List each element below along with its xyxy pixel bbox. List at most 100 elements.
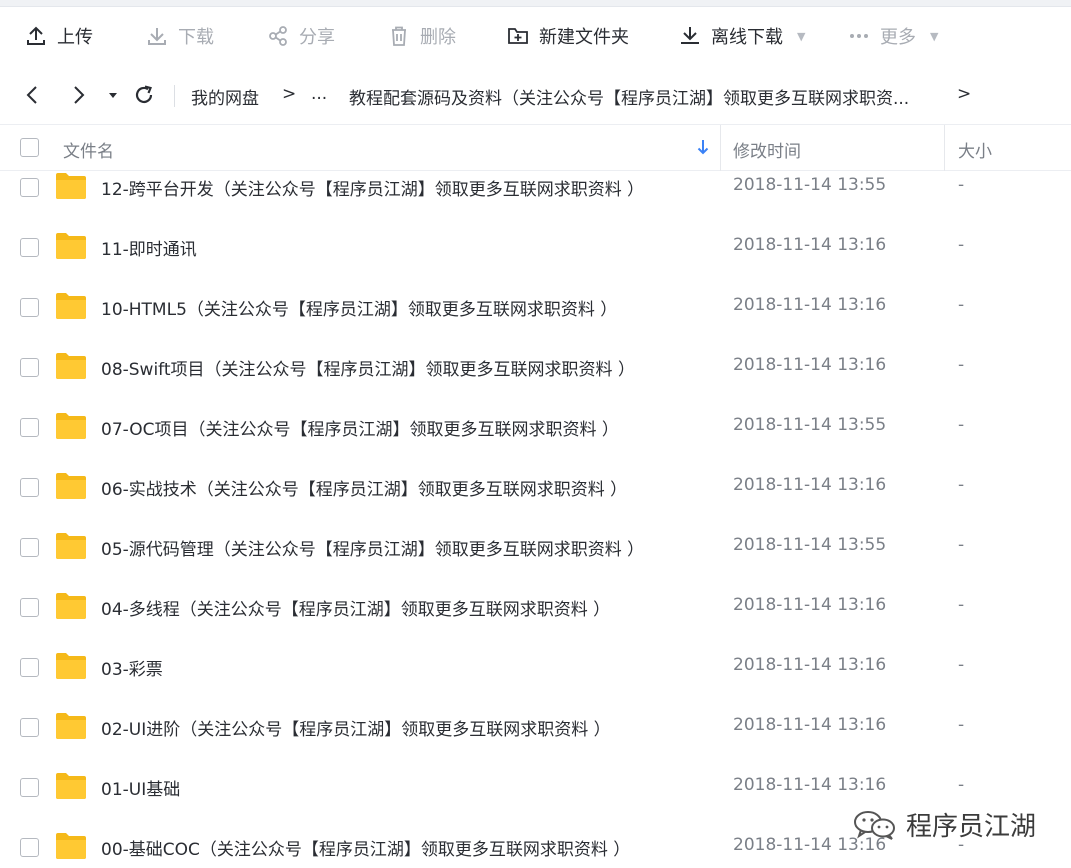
file-modified-time: 2018-11-14 13:16 [733, 475, 887, 495]
share-label: 分享 [299, 27, 335, 48]
file-row[interactable]: 03-彩票 2018-11-14 13:16 - [0, 638, 1071, 698]
row-checkbox[interactable] [20, 658, 39, 677]
row-checkbox[interactable] [20, 418, 39, 437]
file-name[interactable]: 04-多线程（关注公众号【程序员江湖】领取更多互联网求职资料 ） [101, 595, 610, 620]
breadcrumb-separator: > [282, 84, 297, 104]
file-size: - [958, 715, 965, 735]
file-row[interactable]: 07-OC项目（关注公众号【程序员江湖】领取更多互联网求职资料 ） 2018-11… [0, 398, 1071, 458]
refresh-icon[interactable] [132, 83, 156, 107]
download-button[interactable]: 下载 [146, 7, 214, 65]
file-modified-time: 2018-11-14 13:16 [733, 355, 887, 375]
file-name[interactable]: 06-实战技术（关注公众号【程序员江湖】领取更多互联网求职资料 ） [101, 475, 627, 500]
forward-arrow-icon[interactable] [66, 83, 90, 107]
file-size: - [958, 415, 965, 435]
row-checkbox[interactable] [20, 178, 39, 197]
file-size: - [958, 535, 965, 555]
breadcrumb-current[interactable]: 教程配套源码及资料（关注公众号【程序员江湖】领取更多互联网求职资... [349, 84, 949, 109]
file-row[interactable]: 08-Swift项目（关注公众号【程序员江湖】领取更多互联网求职资料 ） 2018… [0, 338, 1071, 398]
file-size: - [958, 235, 965, 255]
row-checkbox[interactable] [20, 358, 39, 377]
window-top-edge [0, 0, 1071, 7]
breadcrumb-end-arrow[interactable]: > [957, 84, 971, 104]
more-button[interactable]: 更多 ▼ [848, 7, 938, 65]
folder-icon [56, 773, 86, 799]
file-row[interactable]: 02-UI进阶（关注公众号【程序员江湖】领取更多互联网求职资料 ） 2018-11… [0, 698, 1071, 758]
row-checkbox[interactable] [20, 478, 39, 497]
breadcrumb-ellipsis[interactable]: ... [311, 84, 327, 104]
file-name[interactable]: 07-OC项目（关注公众号【程序员江湖】领取更多互联网求职资料 ） [101, 415, 619, 440]
new-folder-label: 新建文件夹 [539, 27, 629, 48]
folder-icon [56, 713, 86, 739]
file-size: - [958, 355, 965, 375]
wechat-icon [854, 810, 895, 840]
file-row[interactable]: 11-即时通讯 2018-11-14 13:16 - [0, 218, 1071, 278]
file-modified-time: 2018-11-14 13:16 [733, 655, 887, 675]
delete-button[interactable]: 删除 [388, 7, 456, 65]
upload-button[interactable]: 上传 [25, 7, 93, 65]
file-name[interactable]: 11-即时通讯 [101, 235, 197, 260]
file-modified-time: 2018-11-14 13:55 [733, 175, 887, 195]
file-modified-time: 2018-11-14 13:16 [733, 295, 887, 315]
file-row[interactable]: 05-源代码管理（关注公众号【程序员江湖】领取更多互联网求职资料 ） 2018-1… [0, 518, 1071, 578]
toolbar: 上传 下载 分享 删除 新建文件夹 离线下载 ▼ 更多 ▼ [0, 7, 1071, 65]
file-size: - [958, 475, 965, 495]
file-row[interactable]: 12-跨平台开发（关注公众号【程序员江湖】领取更多互联网求职资料 ） 2018-1… [0, 158, 1071, 218]
file-size: - [958, 595, 965, 615]
folder-icon [56, 293, 86, 319]
back-arrow-icon[interactable] [21, 83, 45, 107]
file-name[interactable]: 10-HTML5（关注公众号【程序员江湖】领取更多互联网求职资料 ） [101, 295, 617, 320]
file-name[interactable]: 12-跨平台开发（关注公众号【程序员江湖】领取更多互联网求职资料 ） [101, 175, 644, 200]
download-icon [148, 28, 166, 45]
row-checkbox[interactable] [20, 238, 39, 257]
download-label: 下载 [178, 27, 214, 48]
file-name[interactable]: 00-基础COC（关注公众号【程序员江湖】领取更多互联网求职资料 ） [101, 835, 630, 860]
history-dropdown-icon[interactable] [101, 83, 125, 107]
more-label: 更多 [880, 27, 916, 48]
folder-icon [56, 413, 86, 439]
row-checkbox[interactable] [20, 598, 39, 617]
file-name[interactable]: 01-UI基础 [101, 775, 180, 800]
watermark-text: 程序员江湖 [906, 812, 1037, 842]
navigation-bar: 我的网盘 > ... 教程配套源码及资料（关注公众号【程序员江湖】领取更多互联网… [0, 65, 1071, 125]
offline-download-icon [681, 27, 699, 44]
file-size: - [958, 655, 965, 675]
folder-icon [56, 473, 86, 499]
offline-download-button[interactable]: 离线下载 ▼ [679, 7, 805, 65]
file-modified-time: 2018-11-14 13:16 [733, 595, 887, 615]
nav-divider [174, 85, 175, 107]
folder-icon [56, 233, 86, 259]
file-row[interactable]: 10-HTML5（关注公众号【程序员江湖】领取更多互联网求职资料 ） 2018-1… [0, 278, 1071, 338]
file-modified-time: 2018-11-14 13:16 [733, 775, 887, 795]
file-row[interactable]: 04-多线程（关注公众号【程序员江湖】领取更多互联网求职资料 ） 2018-11-… [0, 578, 1071, 638]
file-size: - [958, 775, 965, 795]
more-dots-icon [850, 34, 868, 38]
folder-icon [56, 533, 86, 559]
chevron-down-icon[interactable]: ▼ [930, 30, 938, 43]
file-size: - [958, 295, 965, 315]
folder-icon [56, 653, 86, 679]
row-checkbox[interactable] [20, 298, 39, 317]
file-name[interactable]: 02-UI进阶（关注公众号【程序员江湖】领取更多互联网求职资料 ） [101, 715, 611, 740]
new-folder-button[interactable]: 新建文件夹 [507, 7, 629, 65]
folder-icon [56, 353, 86, 379]
chevron-down-icon[interactable]: ▼ [797, 30, 805, 43]
sort-down-arrow-icon[interactable] [696, 138, 710, 156]
file-modified-time: 2018-11-14 13:16 [733, 235, 887, 255]
row-checkbox[interactable] [20, 838, 39, 857]
watermark: 程序员江湖 [852, 806, 1036, 843]
upload-label: 上传 [57, 27, 93, 48]
breadcrumb-root[interactable]: 我的网盘 [191, 84, 259, 109]
file-name[interactable]: 08-Swift项目（关注公众号【程序员江湖】领取更多互联网求职资料 ） [101, 355, 635, 380]
row-checkbox[interactable] [20, 538, 39, 557]
row-checkbox[interactable] [20, 718, 39, 737]
row-checkbox[interactable] [20, 778, 39, 797]
file-modified-time: 2018-11-14 13:55 [733, 535, 887, 555]
folder-icon [56, 173, 86, 199]
select-all-checkbox[interactable] [20, 138, 39, 157]
new-folder-icon [508, 28, 528, 44]
file-row[interactable]: 06-实战技术（关注公众号【程序员江湖】领取更多互联网求职资料 ） 2018-11… [0, 458, 1071, 518]
share-button[interactable]: 分享 [267, 7, 335, 65]
share-icon [269, 26, 287, 46]
file-name[interactable]: 03-彩票 [101, 655, 163, 680]
file-name[interactable]: 05-源代码管理（关注公众号【程序员江湖】领取更多互联网求职资料 ） [101, 535, 644, 560]
